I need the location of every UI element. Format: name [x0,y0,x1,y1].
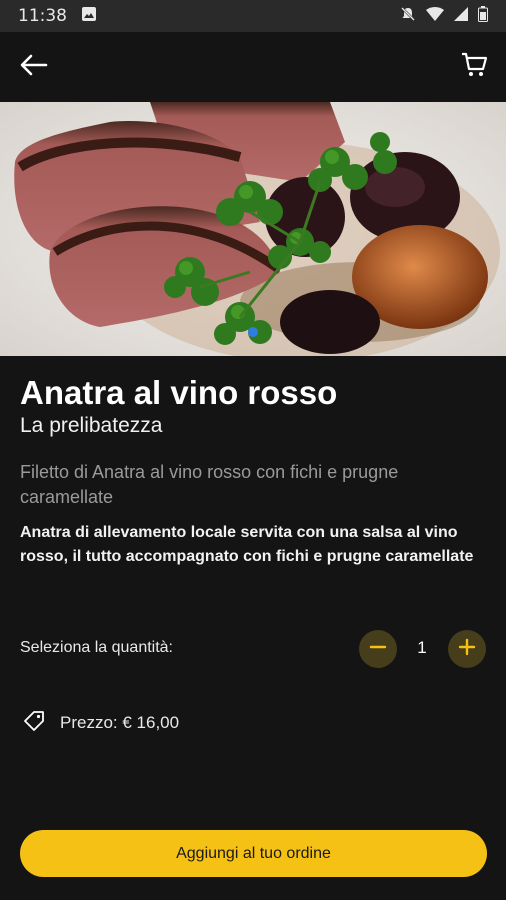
product-long-description: Anatra di allevamento locale servita con… [20,524,474,565]
plus-icon [458,638,476,660]
cart-button[interactable] [456,49,492,85]
status-bar: 11:38 [0,0,506,32]
increase-quantity-button[interactable] [448,630,486,668]
app-bar [0,32,506,102]
minus-icon [369,638,387,660]
add-to-order-button[interactable]: Aggiungi al tuo ordine [20,830,487,877]
status-time: 11:38 [18,6,67,26]
decrease-quantity-button[interactable] [359,630,397,668]
product-short-description: Filetto di Anatra al vino rosso con fich… [20,462,399,507]
wifi-icon [426,6,444,26]
tag-icon [22,709,46,737]
signal-icon [454,6,468,26]
image-icon [81,6,97,27]
product-name: Anatra al vino rosso [20,374,338,411]
duck-dish-illustration [0,102,506,356]
price-text: Prezzo: € 16,00 [60,713,180,732]
carousel-indicator [248,327,258,337]
cart-icon [460,51,488,83]
quantity-value: 1 [417,638,427,657]
arrow-left-icon [20,54,48,80]
product-image[interactable] [0,102,506,356]
battery-icon [478,5,488,27]
price-row: Prezzo: € 16,00 [22,709,179,737]
back-button[interactable] [16,49,52,85]
product-tagline: La prelibatezza [20,414,163,437]
quantity-label: Seleziona la quantità: [20,639,173,656]
mute-icon [400,6,416,27]
